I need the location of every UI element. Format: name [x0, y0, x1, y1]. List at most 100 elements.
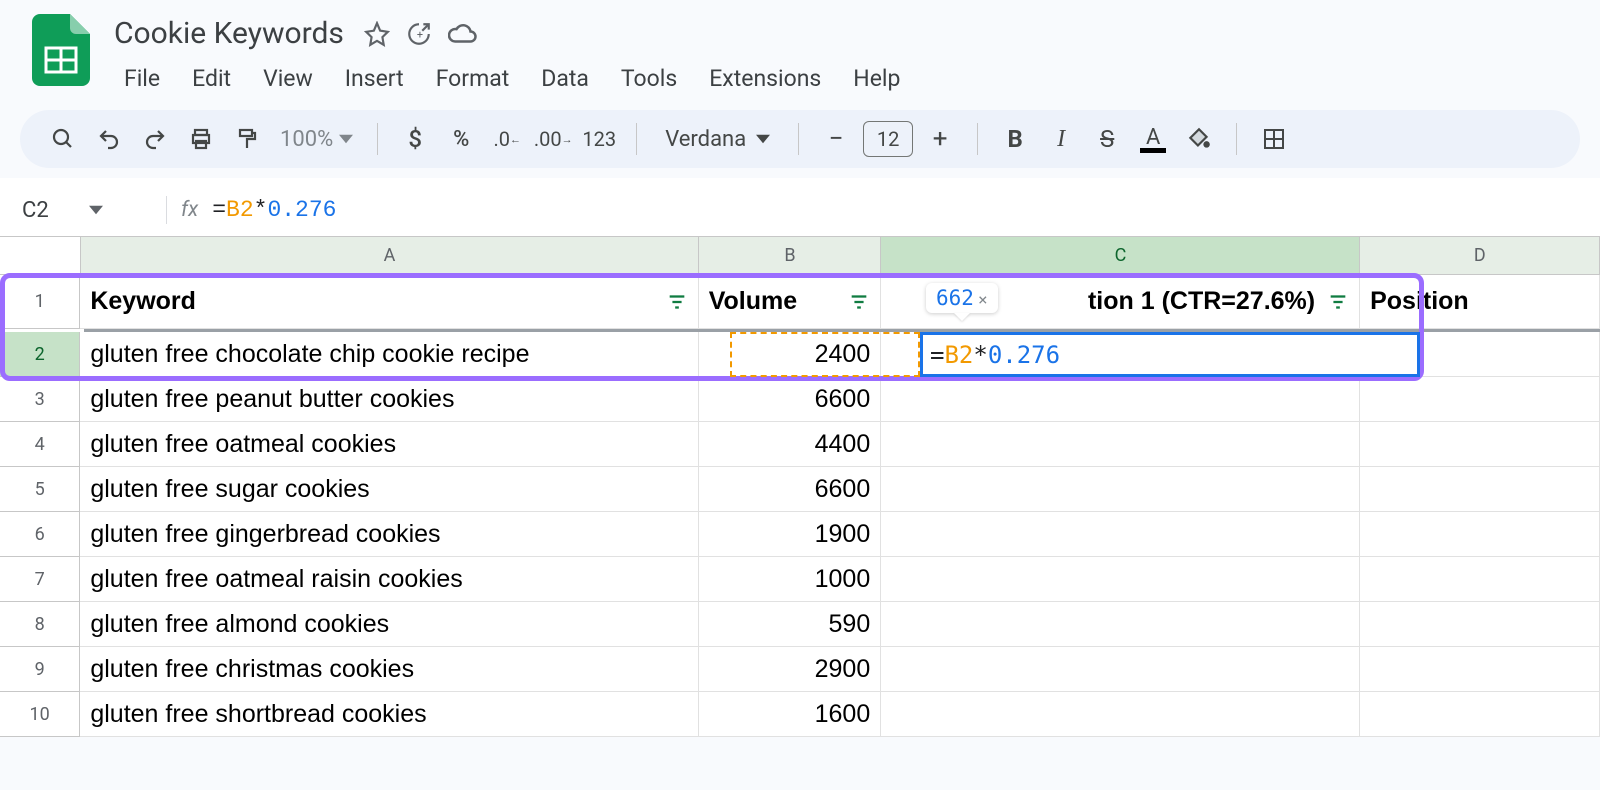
- row-header[interactable]: 10: [0, 692, 80, 737]
- cell[interactable]: 590: [699, 602, 882, 647]
- row-header[interactable]: 4: [0, 422, 80, 467]
- menu-format[interactable]: Format: [422, 61, 524, 96]
- cell[interactable]: Keyword: [80, 275, 698, 329]
- menu-view[interactable]: View: [249, 61, 327, 96]
- cell[interactable]: 1900: [699, 512, 882, 557]
- cell[interactable]: [1360, 557, 1600, 602]
- increase-decimal-icon[interactable]: .00→: [534, 120, 572, 158]
- cell[interactable]: 2400: [699, 332, 882, 377]
- document-title[interactable]: Cookie Keywords: [110, 14, 348, 53]
- row-header[interactable]: 5: [0, 467, 80, 512]
- column-header-d[interactable]: D: [1360, 237, 1600, 275]
- font-size-increase-icon[interactable]: +: [921, 120, 959, 158]
- redo-icon[interactable]: [136, 120, 174, 158]
- select-all-corner[interactable]: [0, 237, 81, 275]
- menu-file[interactable]: File: [110, 61, 174, 96]
- cell[interactable]: 4400: [699, 422, 882, 467]
- search-icon[interactable]: [44, 120, 82, 158]
- row-header[interactable]: 8: [0, 602, 80, 647]
- cell[interactable]: gluten free gingerbread cookies: [80, 512, 698, 557]
- cell[interactable]: [881, 467, 1360, 512]
- borders-icon[interactable]: [1255, 120, 1293, 158]
- cell-editor[interactable]: =B2*0.276: [924, 332, 1060, 377]
- toolbar-separator: [1236, 123, 1237, 155]
- row-header[interactable]: 2: [0, 332, 80, 377]
- font-size-decrease-icon[interactable]: −: [817, 120, 855, 158]
- filter-icon[interactable]: [666, 291, 688, 313]
- percent-icon[interactable]: %: [442, 120, 480, 158]
- cell[interactable]: Volume: [699, 275, 882, 329]
- print-icon[interactable]: [182, 120, 220, 158]
- menu-edit[interactable]: Edit: [178, 61, 245, 96]
- cloud-saved-icon[interactable]: [448, 21, 478, 47]
- font-size-input[interactable]: 12: [863, 121, 913, 157]
- cell[interactable]: gluten free chocolate chip cookie recipe: [80, 332, 698, 377]
- cell[interactable]: [1360, 467, 1600, 512]
- row-header[interactable]: 6: [0, 512, 80, 557]
- cell[interactable]: gluten free oatmeal raisin cookies: [80, 557, 698, 602]
- cell[interactable]: [881, 422, 1360, 467]
- menu-help[interactable]: Help: [839, 61, 914, 96]
- menu-bar: File Edit View Insert Format Data Tools …: [110, 61, 914, 96]
- cell[interactable]: 6600: [699, 377, 882, 422]
- table-row: 7 gluten free oatmeal raisin cookies 100…: [0, 557, 1600, 602]
- filter-icon[interactable]: [848, 291, 870, 313]
- filter-icon[interactable]: [1327, 291, 1349, 313]
- cell[interactable]: [881, 647, 1360, 692]
- cell[interactable]: gluten free peanut butter cookies: [80, 377, 698, 422]
- cell[interactable]: 1000: [699, 557, 882, 602]
- menu-insert[interactable]: Insert: [331, 61, 418, 96]
- cell[interactable]: 2900: [699, 647, 882, 692]
- cell[interactable]: [1360, 692, 1600, 737]
- cell[interactable]: gluten free shortbread cookies: [80, 692, 698, 737]
- menu-data[interactable]: Data: [527, 61, 603, 96]
- cell[interactable]: [1360, 602, 1600, 647]
- spreadsheet-grid: A B C D 1 Keyword Volume tion 1 (CTR=27.…: [0, 236, 1600, 737]
- text-color-icon[interactable]: A: [1134, 120, 1172, 158]
- cell[interactable]: [881, 512, 1360, 557]
- row-header[interactable]: 9: [0, 647, 80, 692]
- bold-icon[interactable]: B: [996, 120, 1034, 158]
- decrease-decimal-icon[interactable]: .0←: [488, 120, 526, 158]
- menu-tools[interactable]: Tools: [607, 61, 691, 96]
- row-header[interactable]: 7: [0, 557, 80, 602]
- undo-icon[interactable]: [90, 120, 128, 158]
- close-icon[interactable]: ×: [978, 290, 988, 309]
- cell[interactable]: [881, 602, 1360, 647]
- more-formats-icon[interactable]: 123: [580, 120, 618, 158]
- formula-input[interactable]: =B2*0.276: [212, 197, 336, 223]
- column-header-c[interactable]: C: [881, 237, 1360, 275]
- zoom-dropdown[interactable]: 100%: [274, 127, 359, 152]
- cell[interactable]: [881, 377, 1360, 422]
- font-family-dropdown[interactable]: Verdana: [655, 127, 780, 152]
- cell[interactable]: [881, 557, 1360, 602]
- move-icon[interactable]: +: [406, 21, 432, 47]
- column-header-a[interactable]: A: [81, 237, 700, 275]
- cell[interactable]: 1600: [699, 692, 882, 737]
- name-box[interactable]: C2: [22, 198, 152, 223]
- cell[interactable]: [881, 692, 1360, 737]
- cell[interactable]: [1360, 647, 1600, 692]
- cell[interactable]: gluten free sugar cookies: [80, 467, 698, 512]
- toolbar-separator: [636, 123, 637, 155]
- cell[interactable]: Position: [1360, 275, 1600, 329]
- table-row: 6 gluten free gingerbread cookies 1900: [0, 512, 1600, 557]
- cell[interactable]: 6600: [699, 467, 882, 512]
- row-header[interactable]: 3: [0, 377, 80, 422]
- italic-icon[interactable]: I: [1042, 120, 1080, 158]
- cell[interactable]: gluten free almond cookies: [80, 602, 698, 647]
- column-header-b[interactable]: B: [699, 237, 881, 275]
- paint-format-icon[interactable]: [228, 120, 266, 158]
- cell[interactable]: [1360, 512, 1600, 557]
- cell[interactable]: gluten free oatmeal cookies: [80, 422, 698, 467]
- cell[interactable]: gluten free christmas cookies: [80, 647, 698, 692]
- strikethrough-icon[interactable]: S: [1088, 120, 1126, 158]
- star-icon[interactable]: [364, 21, 390, 47]
- fill-color-icon[interactable]: [1180, 120, 1218, 158]
- menu-extensions[interactable]: Extensions: [695, 61, 835, 96]
- currency-icon[interactable]: $: [396, 120, 434, 158]
- cell[interactable]: [1360, 332, 1600, 377]
- row-header[interactable]: 1: [0, 275, 80, 329]
- cell[interactable]: [1360, 377, 1600, 422]
- cell[interactable]: [1360, 422, 1600, 467]
